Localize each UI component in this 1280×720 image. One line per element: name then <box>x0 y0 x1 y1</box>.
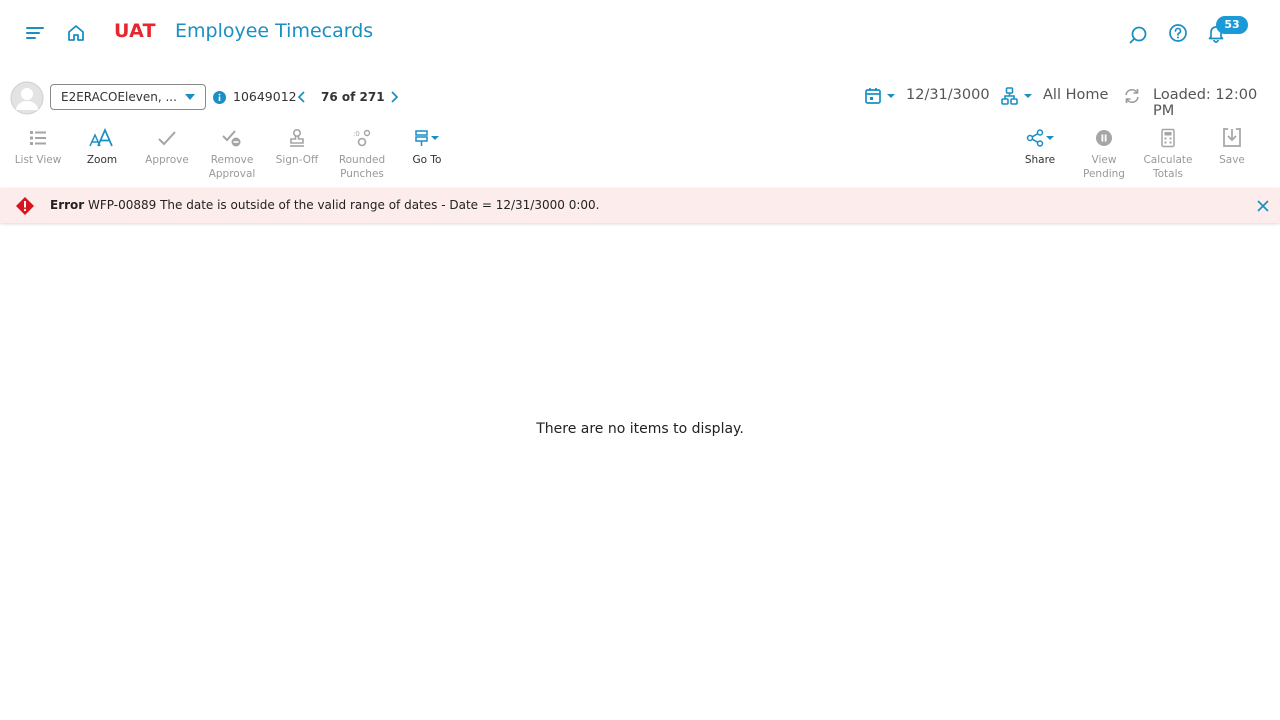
notification-badge: 53 <box>1216 16 1248 34</box>
calculator-icon <box>1136 124 1200 152</box>
empty-state-message: There are no items to display. <box>536 421 744 437</box>
signpost-icon <box>395 124 459 152</box>
menu-icon[interactable] <box>24 22 46 44</box>
list-view-label: List View <box>14 154 62 166</box>
error-icon <box>15 196 35 216</box>
loaded-time: Loaded: 12:00 PM <box>1153 87 1258 119</box>
help-icon[interactable] <box>1166 21 1190 45</box>
calculate-totals-label: Calculate Totals <box>1143 154 1193 180</box>
check-icon <box>135 124 199 152</box>
refresh-icon[interactable] <box>1122 86 1142 106</box>
previous-employee-icon[interactable] <box>294 88 310 106</box>
pending-icon <box>1072 124 1136 152</box>
calculate-totals-button[interactable]: Calculate Totals <box>1136 124 1200 181</box>
employee-select-value: E2ERACOEleven, ... <box>61 90 177 104</box>
remove-approval-label: Remove Approval <box>208 154 256 180</box>
home-icon[interactable] <box>64 21 88 45</box>
rounded-punches-icon: :0 <box>330 124 394 152</box>
error-label: Error <box>50 198 85 212</box>
info-icon[interactable] <box>213 91 226 104</box>
remove-approval-icon <box>200 124 264 152</box>
share-icon <box>1008 124 1072 152</box>
share-button[interactable]: Share <box>1008 124 1072 167</box>
location-hierarchy-dropdown[interactable] <box>1000 86 1034 106</box>
save-icon <box>1200 124 1264 152</box>
view-pending-button[interactable]: View Pending <box>1072 124 1136 181</box>
error-message: Error WFP-00889 The date is outside of t… <box>50 198 599 212</box>
svg-text::0: :0 <box>353 130 360 138</box>
sign-off-button[interactable]: Sign-Off <box>265 124 329 167</box>
next-employee-icon[interactable] <box>386 88 402 106</box>
zoom-button[interactable]: Zoom <box>70 124 134 167</box>
error-detail: WFP-00889 The date is outside of the val… <box>88 198 600 212</box>
close-icon[interactable] <box>1254 197 1272 215</box>
employee-pager: 76 of 271 <box>321 90 385 104</box>
rounded-punches-label: Rounded Punches <box>338 154 386 180</box>
avatar <box>10 81 44 115</box>
share-label: Share <box>1024 154 1056 166</box>
approve-label: Approve <box>145 154 189 166</box>
stamp-icon <box>265 124 329 152</box>
save-button[interactable]: Save <box>1200 124 1264 167</box>
zoom-label: Zoom <box>86 154 118 166</box>
calendar-dropdown[interactable] <box>864 86 896 106</box>
list-view-button[interactable]: List View <box>6 124 70 167</box>
page-title: Employee Timecards <box>175 20 374 42</box>
zoom-text-icon <box>70 124 134 152</box>
sign-off-label: Sign-Off <box>275 154 319 166</box>
employee-select[interactable]: E2ERACOEleven, ... <box>50 84 206 110</box>
remove-approval-button[interactable]: Remove Approval <box>200 124 264 181</box>
environment-label: UAT <box>114 20 156 42</box>
list-icon <box>6 124 70 152</box>
timeframe-date[interactable]: 12/31/3000 <box>906 87 990 103</box>
chevron-down-icon <box>185 94 195 100</box>
rounded-punches-button[interactable]: :0 Rounded Punches <box>330 124 394 181</box>
go-to-button[interactable]: Go To <box>395 124 459 167</box>
view-pending-label: View Pending <box>1083 154 1125 180</box>
approve-button[interactable]: Approve <box>135 124 199 167</box>
top-bar: UAT Employee Timecards 53 <box>0 0 1280 64</box>
search-icon[interactable] <box>1126 23 1150 47</box>
employee-id: 10649012 <box>233 89 297 104</box>
go-to-label: Go To <box>412 154 442 166</box>
save-label: Save <box>1219 154 1245 166</box>
location-label[interactable]: All Home <box>1043 87 1108 103</box>
